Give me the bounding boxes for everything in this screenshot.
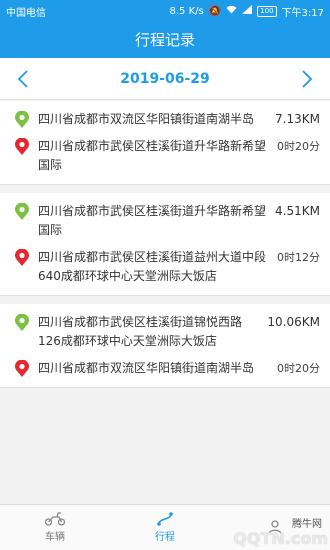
network-speed: 8.5 K/s [169, 5, 204, 17]
trip-distance: 4.51KM [275, 204, 320, 218]
page-title: 行程记录 [0, 22, 330, 58]
clock: 下午3:17 [281, 7, 324, 19]
scooter-icon [44, 512, 66, 526]
watermark-text: QQTN.com [233, 529, 328, 548]
mute-icon: 🔕 [208, 5, 222, 17]
bottom-tab-bar: 车辆 行程 腾牛网 QQTN.com [0, 504, 330, 550]
trip-distance: 7.13KM [275, 112, 320, 126]
status-bar: 中国电信 8.5 K/s 🔕 100 下午3:17 [0, 0, 330, 22]
trip-start-address: 四川省成都市双流区华阳镇街道南湖半岛 [38, 112, 255, 126]
location-end-icon [15, 138, 29, 155]
trip-start-row: 四川省成都市双流区华阳镇街道南湖半岛 7.13KM [0, 105, 330, 132]
trip-duration: 0时20分 [277, 140, 320, 153]
next-date-button[interactable] [296, 68, 318, 90]
location-start-icon [15, 203, 29, 220]
signal-icon [242, 5, 253, 17]
trip-duration: 0时20分 [277, 362, 320, 375]
tab-vehicle-label: 车辆 [45, 532, 65, 543]
trip-list: 四川省成都市双流区华阳镇街道南湖半岛 7.13KM 四川省成都市武侯区桂溪街道升… [0, 101, 330, 504]
watermark-small: 腾牛网 [292, 519, 322, 530]
trip-end-row: 四川省成都市武侯区桂溪街道升华路新希望国际 0时20分 [0, 132, 330, 178]
trip-card[interactable]: 四川省成都市武侯区桂溪街道锦悦西路126成都环球中心天堂洲际大饭店 10.06K… [0, 304, 330, 388]
location-end-icon [15, 360, 29, 377]
wifi-icon [226, 5, 237, 17]
status-right: 8.5 K/s 🔕 100 下午3:17 [169, 4, 324, 19]
trip-distance: 10.06KM [267, 315, 320, 329]
location-end-icon [15, 249, 29, 266]
route-icon [157, 512, 173, 526]
trip-card[interactable]: 四川省成都市武侯区桂溪街道升华路新希望国际 4.51KM 四川省成都市武侯区桂溪… [0, 193, 330, 296]
prev-date-button[interactable] [12, 68, 34, 90]
tab-vehicle[interactable]: 车辆 [0, 505, 110, 550]
location-start-icon [15, 111, 29, 128]
date-navigator: 2019-06-29 [0, 58, 330, 100]
trip-card[interactable]: 四川省成都市双流区华阳镇街道南湖半岛 7.13KM 四川省成都市武侯区桂溪街道升… [0, 101, 330, 185]
chevron-left-icon [17, 69, 28, 88]
carrier-label: 中国电信 [6, 7, 46, 19]
trip-start-row: 四川省成都市武侯区桂溪街道升华路新希望国际 4.51KM [0, 197, 330, 243]
trip-end-row: 四川省成都市双流区华阳镇街道南湖半岛 0时20分 [0, 354, 330, 381]
watermark: 腾牛网 QQTN.com [233, 519, 328, 548]
battery-icon: 100 [257, 5, 277, 17]
chevron-right-icon [302, 69, 313, 88]
trip-end-address: 四川省成都市武侯区桂溪街道升华路新希望国际 [38, 139, 267, 172]
location-start-icon [15, 314, 29, 331]
trip-end-address: 四川省成都市武侯区桂溪街道益州大道中段640成都环球中心天堂洲际大饭店 [38, 250, 267, 283]
trip-start-address: 四川省成都市武侯区桂溪街道升华路新希望国际 [38, 204, 267, 237]
trip-start-address: 四川省成都市武侯区桂溪街道锦悦西路126成都环球中心天堂洲际大饭店 [38, 315, 243, 348]
current-date: 2019-06-29 [120, 70, 210, 87]
trip-start-row: 四川省成都市武侯区桂溪街道锦悦西路126成都环球中心天堂洲际大饭店 10.06K… [0, 308, 330, 354]
trip-duration: 0时12分 [277, 251, 320, 264]
tab-trips[interactable]: 行程 [110, 505, 220, 550]
trip-end-row: 四川省成都市武侯区桂溪街道益州大道中段640成都环球中心天堂洲际大饭店 0时12… [0, 243, 330, 289]
tab-trips-label: 行程 [155, 532, 175, 543]
trip-end-address: 四川省成都市双流区华阳镇街道南湖半岛 [38, 361, 255, 375]
